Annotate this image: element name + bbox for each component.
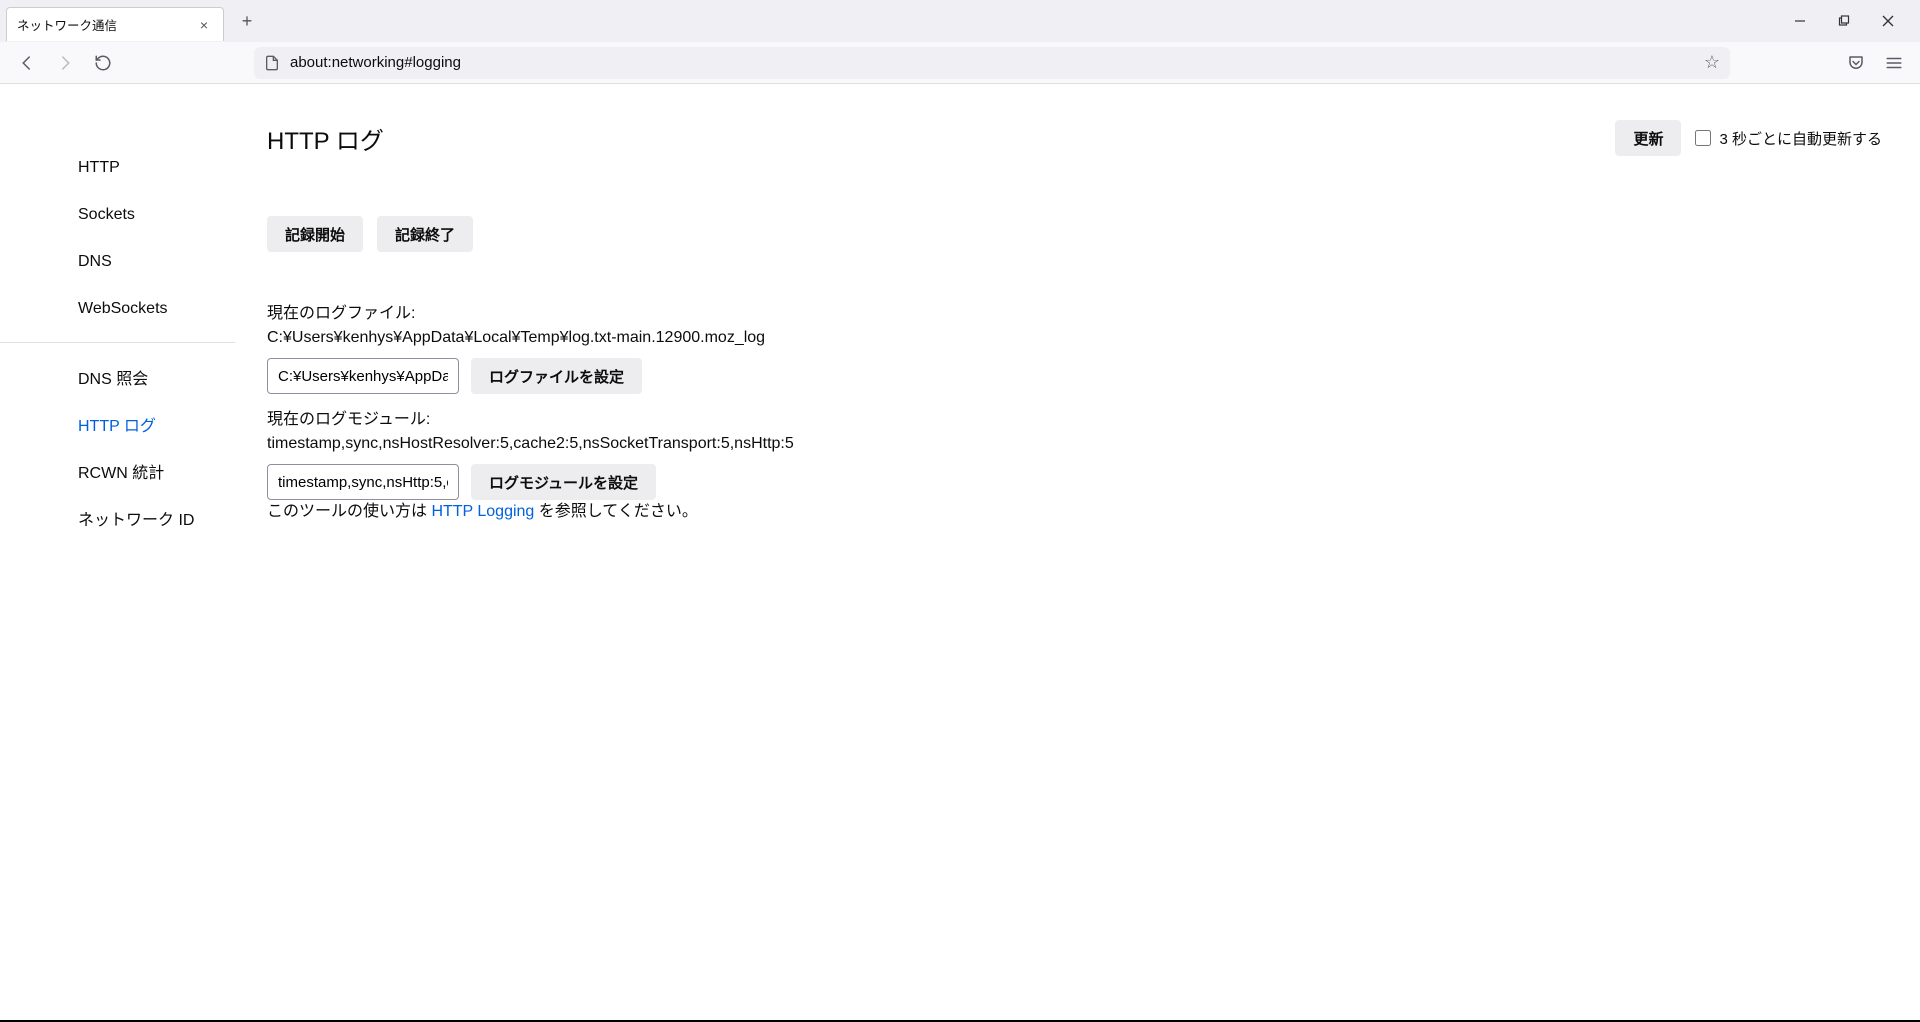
new-tab-button[interactable]: + — [232, 6, 262, 36]
logmodule-input[interactable] — [267, 464, 459, 500]
window-controls — [1794, 0, 1920, 42]
sidebar: HTTP Sockets DNS WebSockets DNS 照会 HTTP … — [0, 84, 235, 1022]
auto-refresh-text: 3 秒ごとに自動更新する — [1719, 128, 1882, 149]
main-panel: HTTP ログ 更新 3 秒ごとに自動更新する 記録開始 記録終了 現在のログフ… — [235, 84, 1920, 1022]
tab-close-icon[interactable]: × — [195, 17, 213, 33]
current-logfile-label: 現在のログファイル: — [267, 302, 1267, 326]
set-logfile-button[interactable]: ログファイルを設定 — [471, 358, 642, 394]
sidebar-item-sockets[interactable]: Sockets — [0, 191, 235, 238]
current-logmodule-value: timestamp,sync,nsHostResolver:5,cache2:5… — [267, 432, 1267, 456]
forward-button[interactable] — [48, 46, 82, 80]
pocket-icon[interactable] — [1844, 51, 1868, 75]
window-maximize-icon[interactable] — [1838, 15, 1858, 27]
url-text: about:networking#logging — [290, 54, 1704, 71]
refresh-button[interactable]: 更新 — [1615, 120, 1681, 156]
url-bar[interactable]: about:networking#logging ☆ — [254, 47, 1730, 79]
browser-toolbar: about:networking#logging ☆ — [0, 42, 1920, 84]
sidebar-item-rcwn[interactable]: RCWN 統計 — [0, 447, 235, 494]
window-minimize-icon[interactable] — [1794, 15, 1814, 27]
current-logmodule-label: 現在のログモジュール: — [267, 408, 1267, 432]
sidebar-item-network-id[interactable]: ネットワーク ID — [0, 494, 235, 541]
sidebar-item-http[interactable]: HTTP — [0, 144, 235, 191]
window-close-icon[interactable] — [1882, 15, 1902, 27]
sidebar-separator — [0, 342, 235, 343]
stop-logging-button[interactable]: 記録終了 — [377, 216, 473, 252]
footnote-post: を参照してください。 — [534, 503, 698, 520]
auto-refresh-checkbox[interactable] — [1695, 130, 1711, 146]
page-title: HTTP ログ — [267, 121, 384, 156]
logfile-input[interactable] — [267, 358, 459, 394]
footnote: このツールの使い方は HTTP Logging を参照してください。 — [267, 500, 1267, 524]
start-logging-button[interactable]: 記録開始 — [267, 216, 363, 252]
tab-strip: ネットワーク通信 × + — [0, 0, 1920, 42]
tab-title: ネットワーク通信 — [17, 15, 195, 34]
set-logmodule-button[interactable]: ログモジュールを設定 — [471, 464, 656, 500]
bookmark-star-icon[interactable]: ☆ — [1704, 52, 1720, 73]
auto-refresh-label[interactable]: 3 秒ごとに自動更新する — [1695, 128, 1882, 149]
sidebar-item-dns[interactable]: DNS — [0, 238, 235, 285]
current-logfile-value: C:¥Users¥kenhys¥AppData¥Local¥Temp¥log.t… — [267, 326, 1267, 350]
page-icon — [264, 55, 280, 71]
browser-tab[interactable]: ネットワーク通信 × — [6, 7, 224, 41]
reload-button[interactable] — [86, 46, 120, 80]
sidebar-item-websockets[interactable]: WebSockets — [0, 285, 235, 332]
app-menu-icon[interactable] — [1882, 51, 1906, 75]
back-button[interactable] — [10, 46, 44, 80]
sidebar-item-http-log[interactable]: HTTP ログ — [0, 400, 235, 447]
footnote-pre: このツールの使い方は — [267, 503, 431, 520]
page-content: HTTP Sockets DNS WebSockets DNS 照会 HTTP … — [0, 84, 1920, 1022]
http-logging-link[interactable]: HTTP Logging — [431, 503, 534, 520]
sidebar-item-dns-lookup[interactable]: DNS 照会 — [0, 353, 235, 400]
